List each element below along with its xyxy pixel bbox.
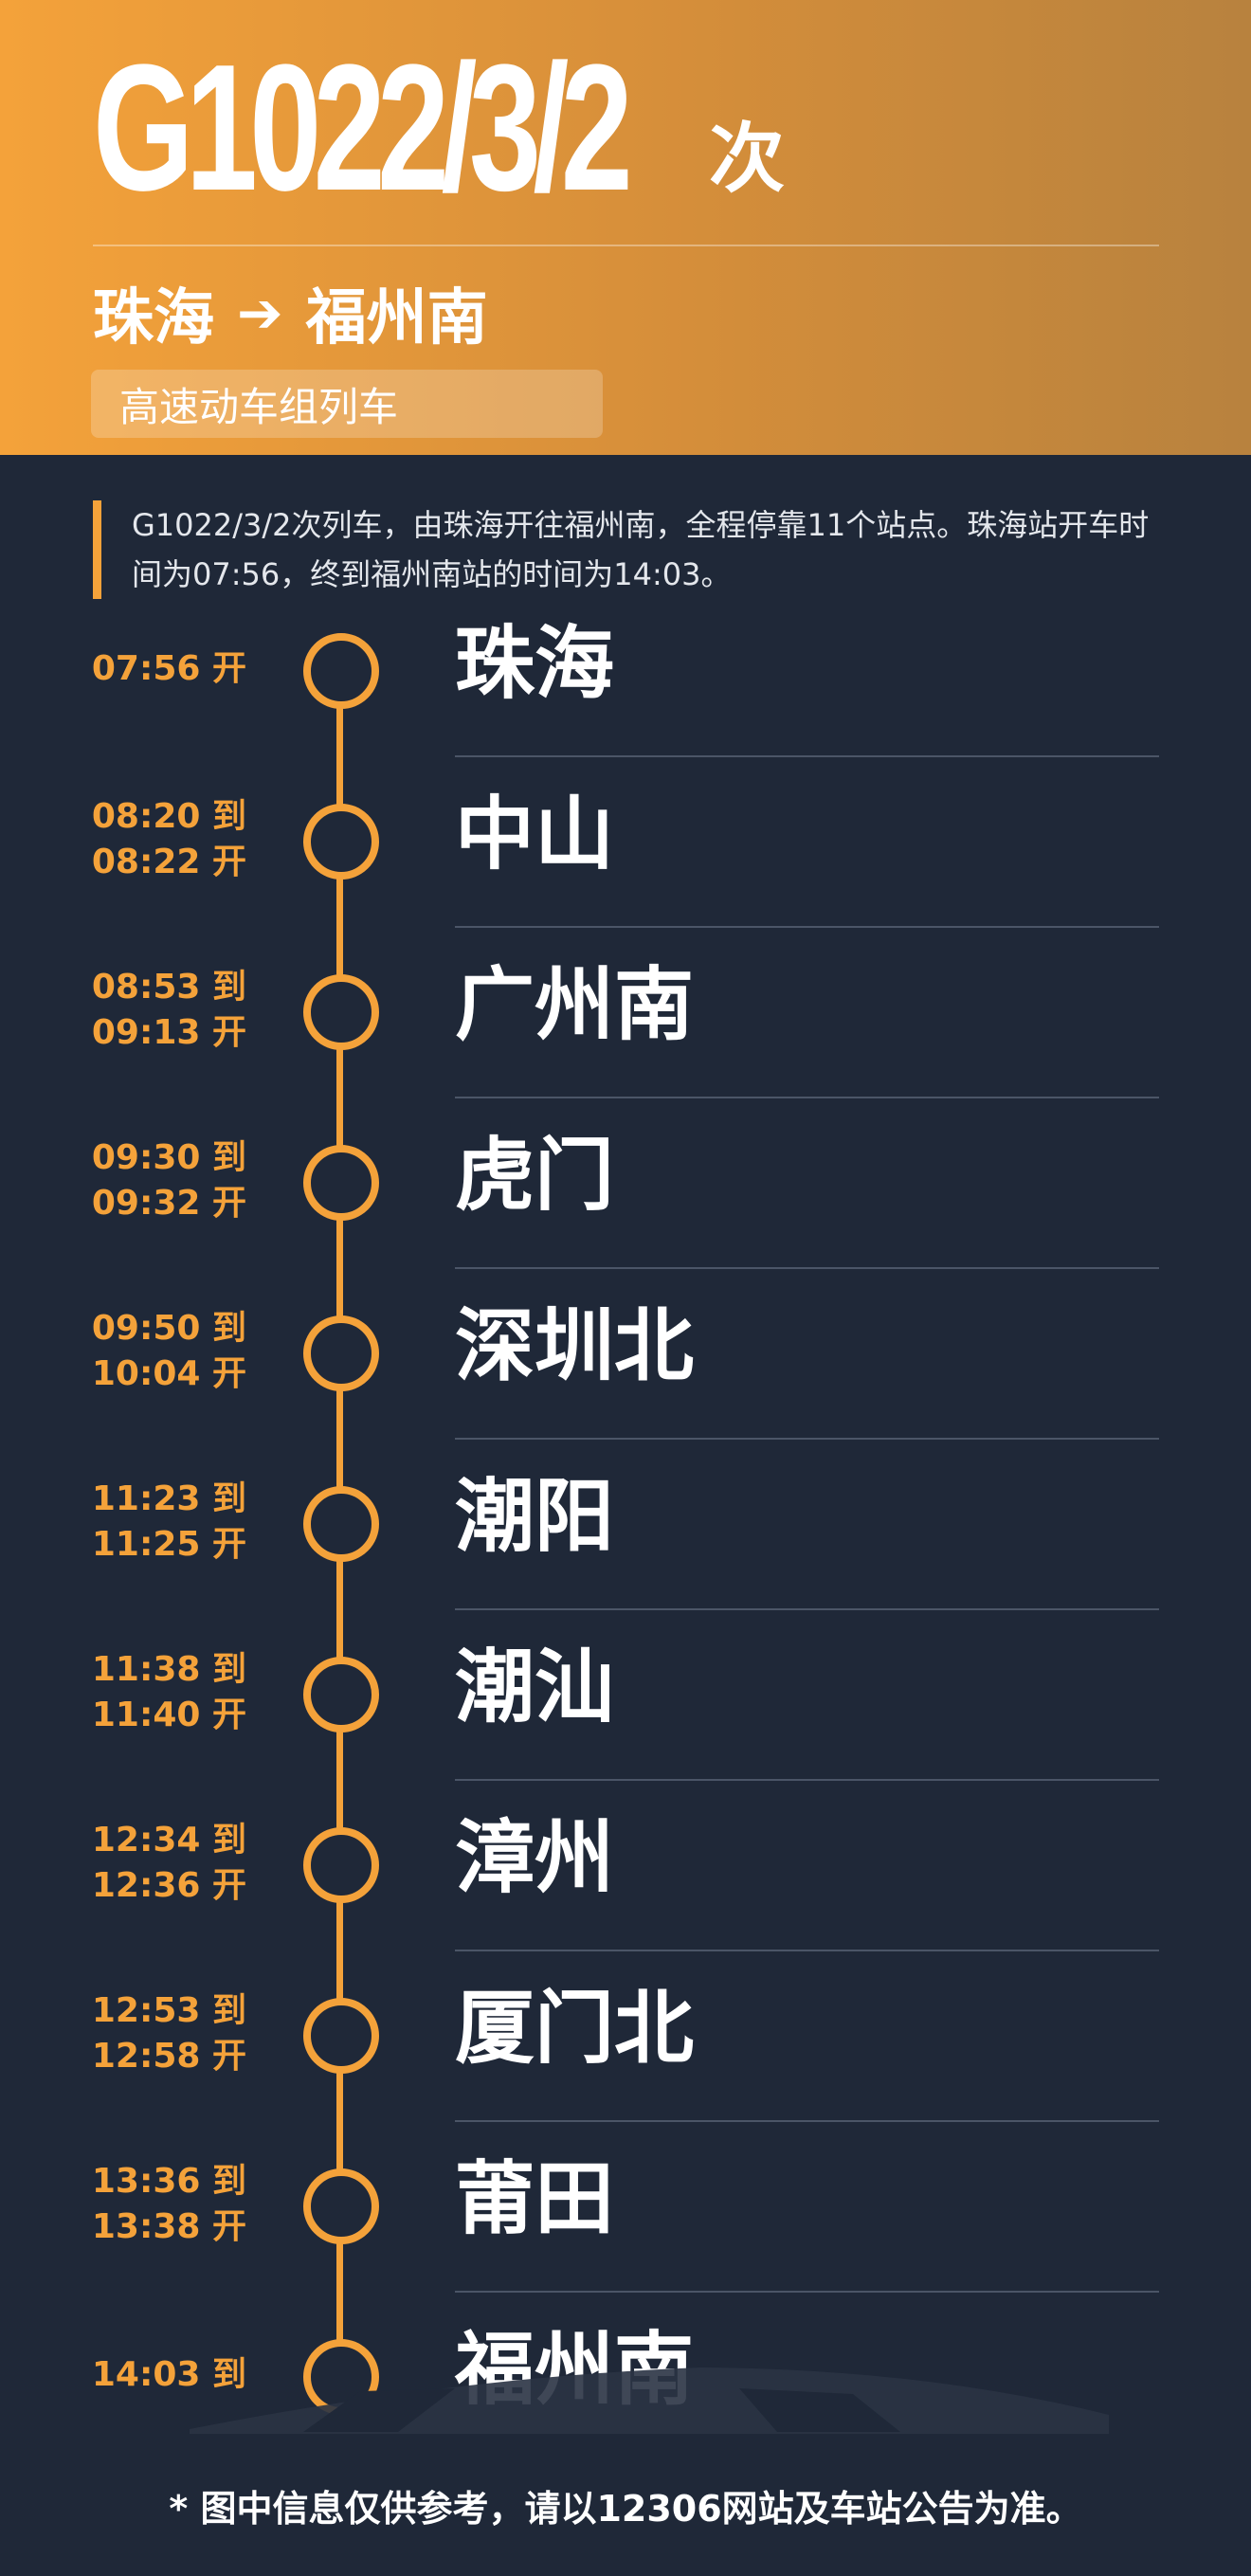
stop-times: 11:23 到 11:25 开	[57, 1477, 246, 1568]
stop-time: 09:13 开	[91, 1013, 246, 1052]
header-divider	[93, 245, 1159, 246]
stop-marker-icon	[303, 1486, 379, 1562]
stop-time: 08:22 开	[91, 843, 246, 881]
train-type-label: 高速动车组列车	[119, 383, 399, 430]
stop-row: 11:23 到 11:25 开 潮阳	[0, 1439, 1251, 1610]
stop-time: 11:25 开	[91, 1525, 246, 1564]
stop-marker-icon	[303, 1827, 379, 1903]
disclaimer: * 图中信息仅供参考，请以12306网站及车站公告为准。	[169, 2488, 1082, 2530]
stop-row: 13:36 到 13:38 开 莆田	[0, 2121, 1251, 2293]
stop-marker-icon	[303, 2168, 379, 2244]
stop-time: 10:04 开	[91, 1354, 246, 1393]
stop-times: 11:38 到 11:40 开	[57, 1647, 246, 1738]
stop-time: 12:58 开	[91, 2037, 246, 2076]
stop-row: 09:50 到 10:04 开 深圳北	[0, 1268, 1251, 1440]
stop-row: 07:56 开 珠海	[0, 586, 1251, 757]
stop-time: 09:50 到	[91, 1309, 246, 1348]
train-type-badge: 高速动车组列车	[91, 370, 603, 438]
stop-marker-icon	[303, 633, 379, 709]
stop-row: 08:20 到 08:22 开 中山	[0, 756, 1251, 928]
route-destination: 福州南	[305, 283, 488, 354]
stop-marker-icon	[303, 1657, 379, 1732]
stop-time: 09:32 开	[91, 1184, 246, 1223]
stop-times: 08:20 到 08:22 开	[57, 794, 246, 885]
stop-marker-icon	[303, 1998, 379, 2074]
stop-time: 13:38 开	[91, 2207, 246, 2246]
stop-times: 12:34 到 12:36 开	[57, 1818, 246, 1909]
stop-times: 09:30 到 09:32 开	[57, 1135, 246, 1226]
station-name: 广州南	[455, 958, 695, 1051]
stop-time: 09:30 到	[91, 1138, 246, 1177]
station-name: 漳州	[455, 1811, 615, 1904]
stop-marker-icon	[303, 1315, 379, 1391]
train-number-suffix: 次	[709, 115, 785, 203]
route: 珠海 ➔ 福州南	[93, 275, 488, 354]
stop-times: 08:53 到 09:13 开	[57, 965, 246, 1056]
train-silhouette-icon	[190, 2367, 1109, 2434]
route-origin: 珠海	[93, 283, 214, 354]
stop-time: 08:53 到	[91, 968, 246, 1007]
stop-marker-icon	[303, 974, 379, 1050]
station-name: 厦门北	[455, 1982, 695, 2075]
station-name: 深圳北	[455, 1299, 695, 1392]
station-name: 中山	[455, 788, 615, 880]
station-name: 莆田	[455, 2152, 615, 2245]
header-banner: G1022/3/2 次 珠海 ➔ 福州南 高速动车组列车	[0, 0, 1251, 455]
stop-times: 09:50 到 10:04 开	[57, 1306, 246, 1397]
stop-time: 11:23 到	[91, 1479, 246, 1518]
stop-row: 08:53 到 09:13 开 广州南	[0, 927, 1251, 1098]
stop-time: 11:40 开	[91, 1696, 246, 1734]
station-name: 珠海	[455, 617, 615, 710]
stop-time: 12:53 到	[91, 1991, 246, 2030]
stop-times: 12:53 到 12:58 开	[57, 1988, 246, 2079]
train-number: G1022/3/2	[93, 27, 633, 228]
stop-marker-icon	[303, 1145, 379, 1221]
arrow-right-icon: ➔	[237, 281, 283, 345]
stop-time: 12:36 开	[91, 1866, 246, 1905]
stop-times: 13:36 到 13:38 开	[57, 2159, 246, 2250]
stop-row: 11:38 到 11:40 开 潮汕	[0, 1609, 1251, 1781]
station-name: 潮汕	[455, 1641, 615, 1733]
stop-row: 09:30 到 09:32 开 虎门	[0, 1098, 1251, 1269]
stop-time: 07:56 开	[91, 649, 246, 688]
stop-time: 11:38 到	[91, 1650, 246, 1689]
stop-time: 12:34 到	[91, 1821, 246, 1859]
stop-time: 08:20 到	[91, 797, 246, 836]
stop-row: 12:34 到 12:36 开 漳州	[0, 1780, 1251, 1951]
stop-marker-icon	[303, 804, 379, 880]
route-summary: G1022/3/2次列车，由珠海开往福州南，全程停靠11个站点。珠海站开车时间为…	[93, 500, 1159, 599]
stop-row: 12:53 到 12:58 开 厦门北	[0, 1950, 1251, 2122]
stop-time: 13:36 到	[91, 2162, 246, 2201]
station-name: 潮阳	[455, 1470, 615, 1563]
station-name: 虎门	[455, 1129, 615, 1222]
stop-times: 07:56 开	[57, 646, 246, 692]
